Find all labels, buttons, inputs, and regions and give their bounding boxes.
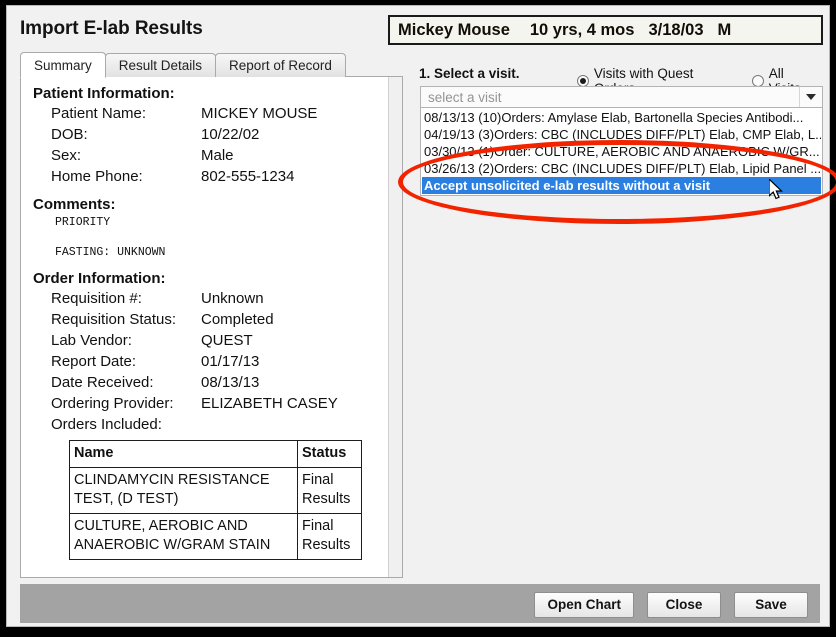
- orders-included-label: Orders Included:: [51, 416, 162, 433]
- patient-banner-dob: 3/18/03: [648, 20, 704, 39]
- tab-strip: Summary Result Details Report of Record: [20, 52, 346, 78]
- order-status-cell: Final Results: [297, 467, 362, 514]
- lab-vendor-label: Lab Vendor:: [51, 332, 132, 349]
- patient-information-heading: Patient Information:: [33, 85, 175, 102]
- sex-label: Sex:: [51, 147, 82, 164]
- requisition-number-value: Unknown: [201, 290, 264, 307]
- patient-banner-age: 10 yrs, 4 mos: [529, 20, 635, 39]
- requisition-status-row: Requisition Status: Completed: [33, 309, 389, 330]
- comment-line-priority: PRIORITY: [55, 216, 111, 229]
- dob-label: DOB:: [51, 126, 88, 143]
- application-window: Import E-lab Results Mickey Mouse 10 yrs…: [0, 0, 836, 637]
- ordering-provider-row: Ordering Provider: ELIZABETH CASEY: [33, 393, 389, 414]
- chevron-down-icon[interactable]: [799, 87, 822, 107]
- column-header-status: Status: [297, 440, 362, 468]
- tab-result-details[interactable]: Result Details: [104, 53, 217, 77]
- tab-summary[interactable]: Summary: [20, 52, 106, 78]
- dob-value: 10/22/02: [201, 126, 260, 143]
- list-item[interactable]: 08/13/13 (10)Orders: Amylase Elab, Barto…: [422, 109, 821, 126]
- order-name-cell: CLINDAMYCIN RESISTANCE TEST, (D TEST): [69, 467, 298, 514]
- open-chart-button[interactable]: Open Chart: [534, 592, 634, 618]
- list-item[interactable]: 03/26/13 (2)Orders: CBC (INCLUDES DIFF/P…: [422, 160, 821, 177]
- tab-report-of-record[interactable]: Report of Record: [215, 53, 346, 77]
- sex-value: Male: [201, 147, 234, 164]
- patient-banner: Mickey Mouse 10 yrs, 4 mos 3/18/03 M: [388, 15, 823, 45]
- requisition-status-value: Completed: [201, 311, 274, 328]
- lab-vendor-row: Lab Vendor: QUEST: [33, 330, 389, 351]
- lab-vendor-value: QUEST: [201, 332, 253, 349]
- column-header-name: Name: [69, 440, 298, 468]
- visit-list[interactable]: 08/13/13 (10)Orders: Amylase Elab, Barto…: [420, 107, 823, 196]
- patient-banner-sex: M: [717, 20, 732, 39]
- order-information-heading: Order Information:: [33, 270, 166, 287]
- patient-name-row: Patient Name: MICKEY MOUSE: [33, 103, 389, 124]
- date-received-label: Date Received:: [51, 374, 154, 391]
- report-date-row: Report Date: 01/17/13: [33, 351, 389, 372]
- orders-included-table: Name Status CLINDAMYCIN RESISTANCE TEST,…: [69, 440, 362, 560]
- list-item-accept-unsolicited[interactable]: Accept unsolicited e-lab results without…: [422, 177, 821, 194]
- orders-included-row: Orders Included:: [33, 414, 389, 435]
- home-phone-row: Home Phone: 802-555-1234: [33, 166, 389, 187]
- requisition-number-label: Requisition #:: [51, 290, 142, 307]
- patient-name-label: Patient Name:: [51, 105, 147, 122]
- requisition-status-label: Requisition Status:: [51, 311, 177, 328]
- visit-combobox-value[interactable]: select a visit: [421, 90, 799, 105]
- date-received-row: Date Received: 08/13/13: [33, 372, 389, 393]
- sex-row: Sex: Male: [33, 145, 389, 166]
- report-date-value: 01/17/13: [201, 353, 260, 370]
- table-header-row: Name Status: [69, 440, 362, 468]
- ordering-provider-value: ELIZABETH CASEY: [201, 395, 338, 412]
- comment-line-fasting: FASTING: UNKNOWN: [55, 246, 166, 259]
- home-phone-label: Home Phone:: [51, 168, 143, 185]
- close-button[interactable]: Close: [647, 592, 721, 618]
- summary-content: Patient Information: Patient Name: MICKE…: [21, 77, 389, 560]
- dob-row: DOB: 10/22/02: [33, 124, 389, 145]
- tab-result-details-label: Result Details: [118, 58, 203, 73]
- list-item[interactable]: 03/30/13 (1)Order: CULTURE, AEROBIC AND …: [422, 143, 821, 160]
- footer-bar: Open Chart Close Save: [20, 584, 820, 623]
- list-item[interactable]: 04/19/13 (3)Orders: CBC (INCLUDES DIFF/P…: [422, 126, 821, 143]
- ordering-provider-label: Ordering Provider:: [51, 395, 174, 412]
- patient-banner-name: Mickey Mouse: [398, 20, 510, 39]
- table-row: CULTURE, AEROBIC AND ANAEROBIC W/GRAM ST…: [69, 513, 362, 560]
- comments-heading: Comments:: [33, 196, 116, 213]
- summary-panel-scrollbar[interactable]: [388, 77, 402, 577]
- date-received-value: 08/13/13: [201, 374, 260, 391]
- order-status-cell: Final Results: [297, 513, 362, 560]
- tab-report-of-record-label: Report of Record: [229, 58, 332, 73]
- patient-name-value: MICKEY MOUSE: [201, 105, 318, 122]
- save-button[interactable]: Save: [734, 592, 808, 618]
- requisition-number-row: Requisition #: Unknown: [33, 288, 389, 309]
- visit-combobox[interactable]: select a visit: [420, 86, 823, 108]
- select-visit-step-label: 1. Select a visit.: [419, 66, 520, 81]
- summary-panel: Patient Information: Patient Name: MICKE…: [20, 76, 403, 578]
- page-title: Import E-lab Results: [20, 18, 203, 39]
- tab-summary-label: Summary: [34, 58, 92, 73]
- footer-button-group: Open Chart Close Save: [534, 592, 808, 618]
- report-date-label: Report Date:: [51, 353, 137, 370]
- table-row: CLINDAMYCIN RESISTANCE TEST, (D TEST) Fi…: [69, 467, 362, 514]
- order-name-cell: CULTURE, AEROBIC AND ANAEROBIC W/GRAM ST…: [69, 513, 298, 560]
- dialog-window: Import E-lab Results Mickey Mouse 10 yrs…: [6, 5, 836, 627]
- home-phone-value: 802-555-1234: [201, 168, 295, 185]
